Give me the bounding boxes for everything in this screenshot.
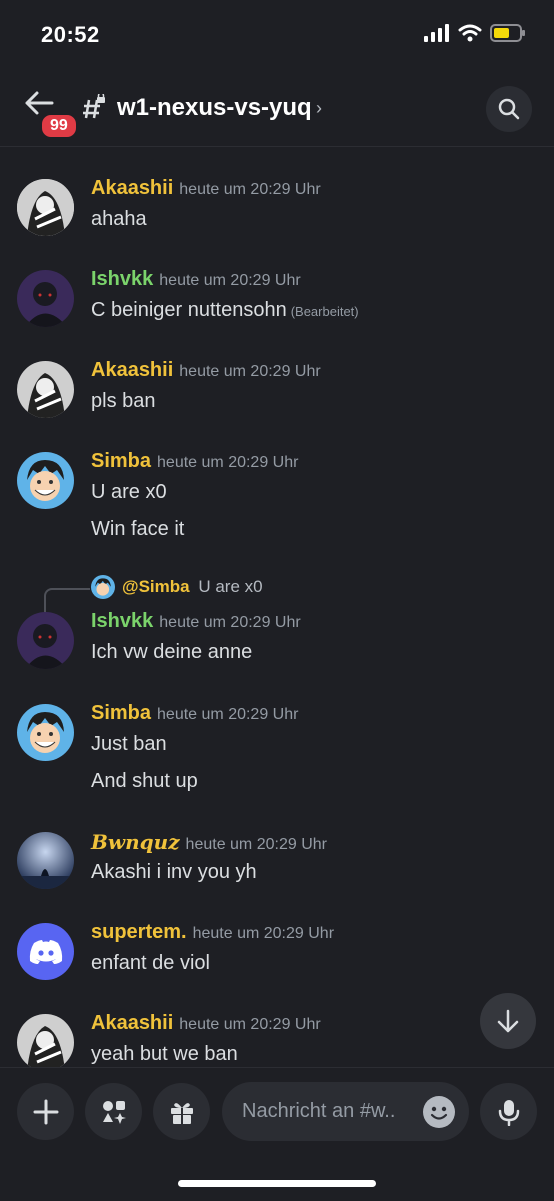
username[interactable]: Akaashii [91, 1012, 173, 1034]
battery-icon [490, 24, 525, 42]
avatar[interactable] [17, 179, 74, 236]
message-item[interactable]: Akaashii heute um 20:29 Uhr yeah but we b… [0, 1011, 554, 1067]
timestamp: heute um 20:29 Uhr [192, 925, 335, 942]
channel-header: 99 w1-nexus-vs-yuq › [0, 74, 554, 147]
message-input[interactable]: Nachricht an #w.. [222, 1082, 469, 1141]
username[interactable]: Akaashii [91, 177, 173, 199]
username-line: Simba heute um 20:29 Uhr [91, 702, 298, 725]
unread-badge: 99 [39, 112, 79, 140]
avatar[interactable] [17, 704, 74, 761]
timestamp: heute um 20:29 Uhr [159, 614, 301, 631]
gift-button[interactable] [153, 1083, 210, 1140]
timestamp: heute um 20:29 Uhr [157, 454, 299, 471]
username[interactable]: Simba [91, 702, 151, 724]
emoji-icon [430, 1106, 448, 1120]
username[interactable]: Ishvkk [91, 610, 153, 632]
message-text: Ich vw deine anne [91, 641, 253, 663]
message-text: ahaha [91, 208, 147, 230]
status-bar: 20:52 [0, 0, 554, 70]
avatar[interactable] [17, 270, 74, 327]
reply-avatar [91, 575, 115, 599]
message-text: Akashi i inv you yh [91, 861, 257, 883]
message-text: pls ban [91, 390, 156, 412]
message-text: enfant de viol [91, 952, 210, 974]
message-text: Win face it [91, 518, 185, 540]
signal-icon [424, 24, 449, 42]
username-line: Bwnquz heute um 20:29 Uhr [91, 830, 327, 855]
timestamp: heute um 20:29 Uhr [159, 272, 301, 289]
avatar[interactable] [17, 1014, 74, 1067]
voice-message-button[interactable] [480, 1083, 537, 1140]
status-time: 20:52 [41, 22, 100, 47]
plus-icon [33, 1099, 58, 1124]
username[interactable]: Simba [91, 450, 151, 472]
timestamp: heute um 20:29 Uhr [185, 836, 327, 853]
edited-label: (Bearbeitet) [290, 304, 359, 319]
reply-mention: @Simba [122, 577, 190, 596]
message-text: U are x0 [91, 481, 167, 503]
message-text: Just ban [91, 733, 167, 755]
apps-icon [102, 1100, 126, 1124]
timestamp: heute um 20:29 Uhr [157, 706, 299, 723]
apps-button[interactable] [85, 1083, 142, 1140]
message-text: C beiniger nuttensohn [91, 299, 287, 321]
gift-icon [170, 1102, 193, 1124]
arrow-down-icon [497, 1009, 519, 1033]
home-indicator[interactable] [178, 1180, 376, 1187]
timestamp: heute um 20:29 Uhr [179, 363, 321, 380]
message-text: yeah but we ban [91, 1043, 238, 1065]
add-button[interactable] [17, 1083, 74, 1140]
username[interactable]: Bwnquz [91, 830, 180, 854]
search-icon [498, 98, 520, 120]
avatar[interactable] [17, 452, 74, 509]
timestamp: heute um 20:29 Uhr [179, 181, 321, 198]
avatar[interactable] [17, 832, 74, 889]
username[interactable]: Akaashii [91, 359, 173, 381]
username-line: Simba heute um 20:29 Uhr [91, 450, 298, 473]
search-button[interactable] [486, 86, 532, 132]
username[interactable]: supertem. [91, 921, 187, 943]
chevron-right-icon[interactable]: › [316, 98, 322, 119]
hash-lock-icon [82, 92, 106, 125]
avatar[interactable] [17, 923, 74, 980]
wifi-icon [458, 24, 482, 42]
channel-name[interactable]: w1-nexus-vs-yuq [117, 94, 312, 122]
username-line: Akaashii heute um 20:29 Uhr [91, 1012, 321, 1035]
message-input-placeholder: Nachricht an #w.. [242, 1100, 396, 1122]
avatar[interactable] [17, 612, 74, 669]
username-line: Ishvkk heute um 20:29 Uhr [91, 610, 301, 633]
reply-text: U are x0 [198, 577, 263, 596]
status-icons [424, 24, 526, 42]
username[interactable]: Ishvkk [91, 268, 153, 290]
emoji-button[interactable] [423, 1096, 455, 1128]
timestamp: heute um 20:29 Uhr [179, 1016, 321, 1033]
username-line: Ishvkk heute um 20:29 Uhr [91, 268, 301, 291]
discord-logo-icon [29, 939, 62, 964]
username-line: Akaashii heute um 20:29 Uhr [91, 177, 321, 200]
reply-preview[interactable]: @Simba U are x0 [122, 577, 263, 597]
username-line: Akaashii heute um 20:29 Uhr [91, 359, 321, 382]
scroll-to-bottom-button[interactable] [480, 993, 536, 1049]
reply-connector [44, 588, 90, 612]
username-line: supertem. heute um 20:29 Uhr [91, 921, 334, 944]
microphone-icon [498, 1099, 519, 1126]
avatar[interactable] [17, 361, 74, 418]
message-text: And shut up [91, 770, 198, 792]
message-text-line: C beiniger nuttensohn (Bearbeitet) [91, 299, 359, 322]
